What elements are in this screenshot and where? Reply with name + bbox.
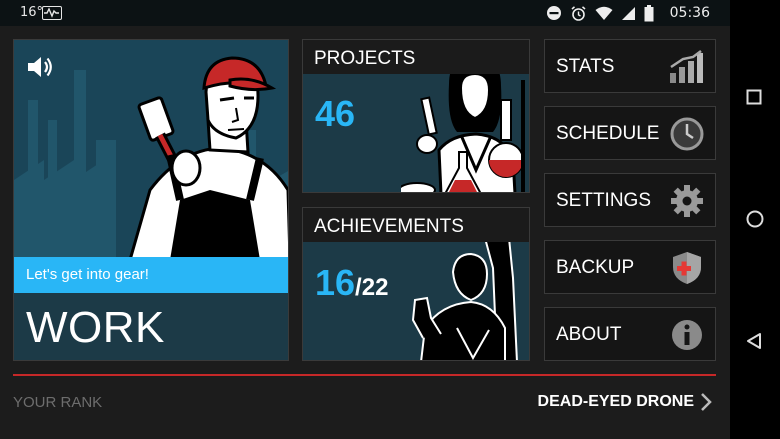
achievements-header: ACHIEVEMENTS (303, 208, 529, 242)
worker-illustration (128, 56, 288, 260)
achievements-count: 16/22 (315, 262, 388, 304)
rank-divider (13, 374, 716, 376)
projects-count: 46 (315, 93, 356, 134)
bar-chart-icon (670, 50, 703, 83)
work-footer: WORK (14, 293, 288, 360)
alarm-icon (571, 5, 586, 21)
rank-label: YOUR RANK (13, 394, 103, 411)
clock-text: 05:36 (669, 5, 710, 21)
achievements-tile[interactable]: ACHIEVEMENTS 16/22 (302, 207, 530, 361)
projects-tile[interactable]: PROJECTS 46 (302, 39, 530, 193)
tagline-banner: Let's get into gear! (14, 257, 288, 293)
status-bar: 16° 05:36 (0, 0, 730, 26)
shield-icon (673, 252, 701, 284)
achievements-label: ACHIEVEMENTS (314, 216, 464, 237)
menu-item-stats[interactable]: STATS (544, 39, 716, 93)
clock-icon (670, 117, 704, 151)
projects-header: PROJECTS (303, 40, 529, 74)
home-icon[interactable] (746, 210, 764, 228)
about-label: ABOUT (556, 324, 622, 345)
wifi-icon (595, 6, 613, 20)
menu-item-backup[interactable]: BACKUP (544, 240, 716, 294)
recents-icon[interactable] (746, 89, 762, 105)
info-icon (672, 320, 702, 350)
gear-icon (671, 185, 703, 217)
work-title: WORK (26, 303, 165, 352)
battery-icon (644, 4, 654, 21)
chevron-right-icon[interactable] (700, 392, 712, 412)
achievements-earned: 16 (315, 262, 356, 303)
status-icons: 05:36 (546, 3, 710, 23)
navigation-bar (730, 0, 780, 439)
menu-item-settings[interactable]: SETTINGS (544, 173, 716, 227)
menu-item-about[interactable]: ABOUT (544, 307, 716, 361)
app-screen: Let's get into gear! WORK PROJECTS 46 AC… (0, 26, 730, 439)
achievements-total: /22 (355, 274, 389, 301)
backup-label: BACKUP (556, 257, 635, 278)
settings-label: SETTINGS (556, 190, 652, 211)
signal-icon (621, 6, 635, 20)
back-icon[interactable] (746, 332, 762, 350)
dnd-icon (546, 6, 561, 20)
schedule-label: SCHEDULE (556, 123, 660, 144)
tagline-text: Let's get into gear! (26, 266, 149, 283)
menu-item-schedule[interactable]: SCHEDULE (544, 106, 716, 160)
pulse-icon (42, 6, 62, 20)
stats-label: STATS (556, 56, 615, 77)
projects-label: PROJECTS (314, 48, 416, 69)
work-tile[interactable]: Let's get into gear! WORK (13, 39, 289, 361)
temperature-text: 16° (20, 5, 44, 20)
rank-value[interactable]: DEAD-EYED DRONE (538, 393, 694, 411)
volume-icon[interactable] (26, 54, 54, 85)
